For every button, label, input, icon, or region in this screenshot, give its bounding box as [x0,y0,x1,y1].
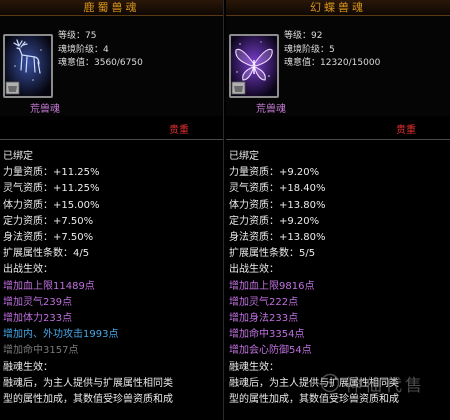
attr-line: 增加灵气222点 [229,296,299,308]
soul-value-text: 魂意值：3560/6750 [58,58,143,68]
item-name: 荒兽魂 [256,104,286,115]
attr-line: 型的属性加成，其数值受珍兽资质和成 [3,394,173,406]
attr-line: 融魂后，为主人提供与扩展属性相同类 [3,377,173,389]
realm-text: 魂境阶级：4 [58,44,109,55]
attr-line: 出战生效： [229,264,279,276]
attr-line: 增加血上限11489点 [3,280,95,292]
attr-line: 融魂后，为主人提供与扩展属性相同类 [229,377,399,389]
attr-line: 扩展属性条数：4/5 [3,248,90,260]
butterfly-spirit-icon [229,34,279,98]
divider [226,139,450,140]
attr-line: 已绑定 [229,151,259,162]
attr-line: 增加命中3354点 [229,329,305,341]
divider [0,139,223,140]
realm-text: 魂境阶级：5 [284,44,335,55]
attr-line: 灵气资质：+18.40% [229,183,326,195]
attr-line: 增加体力233点 [3,313,73,325]
level-text: 等级：75 [58,31,97,41]
item-title: 幻蝶兽魂 [226,0,450,16]
attr-line: 定力资质：+9.20% [229,215,320,227]
attr-line: 型的属性加成，其数值受珍兽资质和成 [229,394,399,406]
level-text: 等级：92 [284,31,323,41]
attr-line: 力量资质：+11.25% [3,167,100,179]
deer-spirit-icon [3,34,53,98]
attr-line: 融魂生效： [3,361,53,373]
left-item-tooltip: 鹿蜀兽魂 等级：75 魂境阶级：4 魂意值：3560/6750 荒兽魂 贵重 已… [0,0,224,420]
item-quality: 贵重 [396,125,416,136]
soul-value-text: 魂意值：12320/15000 [284,58,381,68]
attr-line: 增加身法233点 [229,313,299,325]
item-name: 荒兽魂 [30,104,60,115]
item-stats: 等级：92 魂境阶级：5 魂意值：12320/15000 [284,30,380,71]
attr-line: 增加灵气239点 [3,296,73,308]
attr-line: 身法资质：+7.50% [3,232,94,244]
attr-line: 增加血上限9816点 [229,280,315,292]
attr-line: 体力资质：+15.00% [3,199,100,211]
attribute-list: 已绑定 力量资质：+11.25% 灵气资质：+11.25% 体力资质：+15.0… [3,149,173,408]
attribute-list: 已绑定 力量资质：+9.20% 灵气资质：+18.40% 体力资质：+13.80… [229,149,399,408]
item-title: 鹿蜀兽魂 [0,0,223,16]
attr-line: 融魂生效： [229,361,279,373]
attr-line: 出战生效： [3,264,53,276]
item-stats: 等级：75 魂境阶级：4 魂意值：3560/6750 [58,30,143,71]
attr-line: 灵气资质：+11.25% [3,183,100,195]
attr-line: 已绑定 [3,151,33,162]
attr-line: 身法资质：+13.80% [229,232,326,244]
attr-line: 增加内、外功攻击1993点 [3,329,119,341]
attr-line: 定力资质：+7.50% [3,215,94,227]
attr-line: 扩展属性条数：5/5 [229,248,316,260]
attr-line: 增加会心防御54点 [229,345,312,357]
attr-line: 力量资质：+9.20% [229,167,320,179]
right-item-tooltip: 幻蝶兽魂 等级：92 魂境阶级：5 魂意值：12320/15000 荒兽魂 贵重… [226,0,450,420]
attr-line: 体力资质：+13.80% [229,199,326,211]
attr-line: 增加命中3157点 [3,345,79,357]
item-quality: 贵重 [169,125,189,136]
